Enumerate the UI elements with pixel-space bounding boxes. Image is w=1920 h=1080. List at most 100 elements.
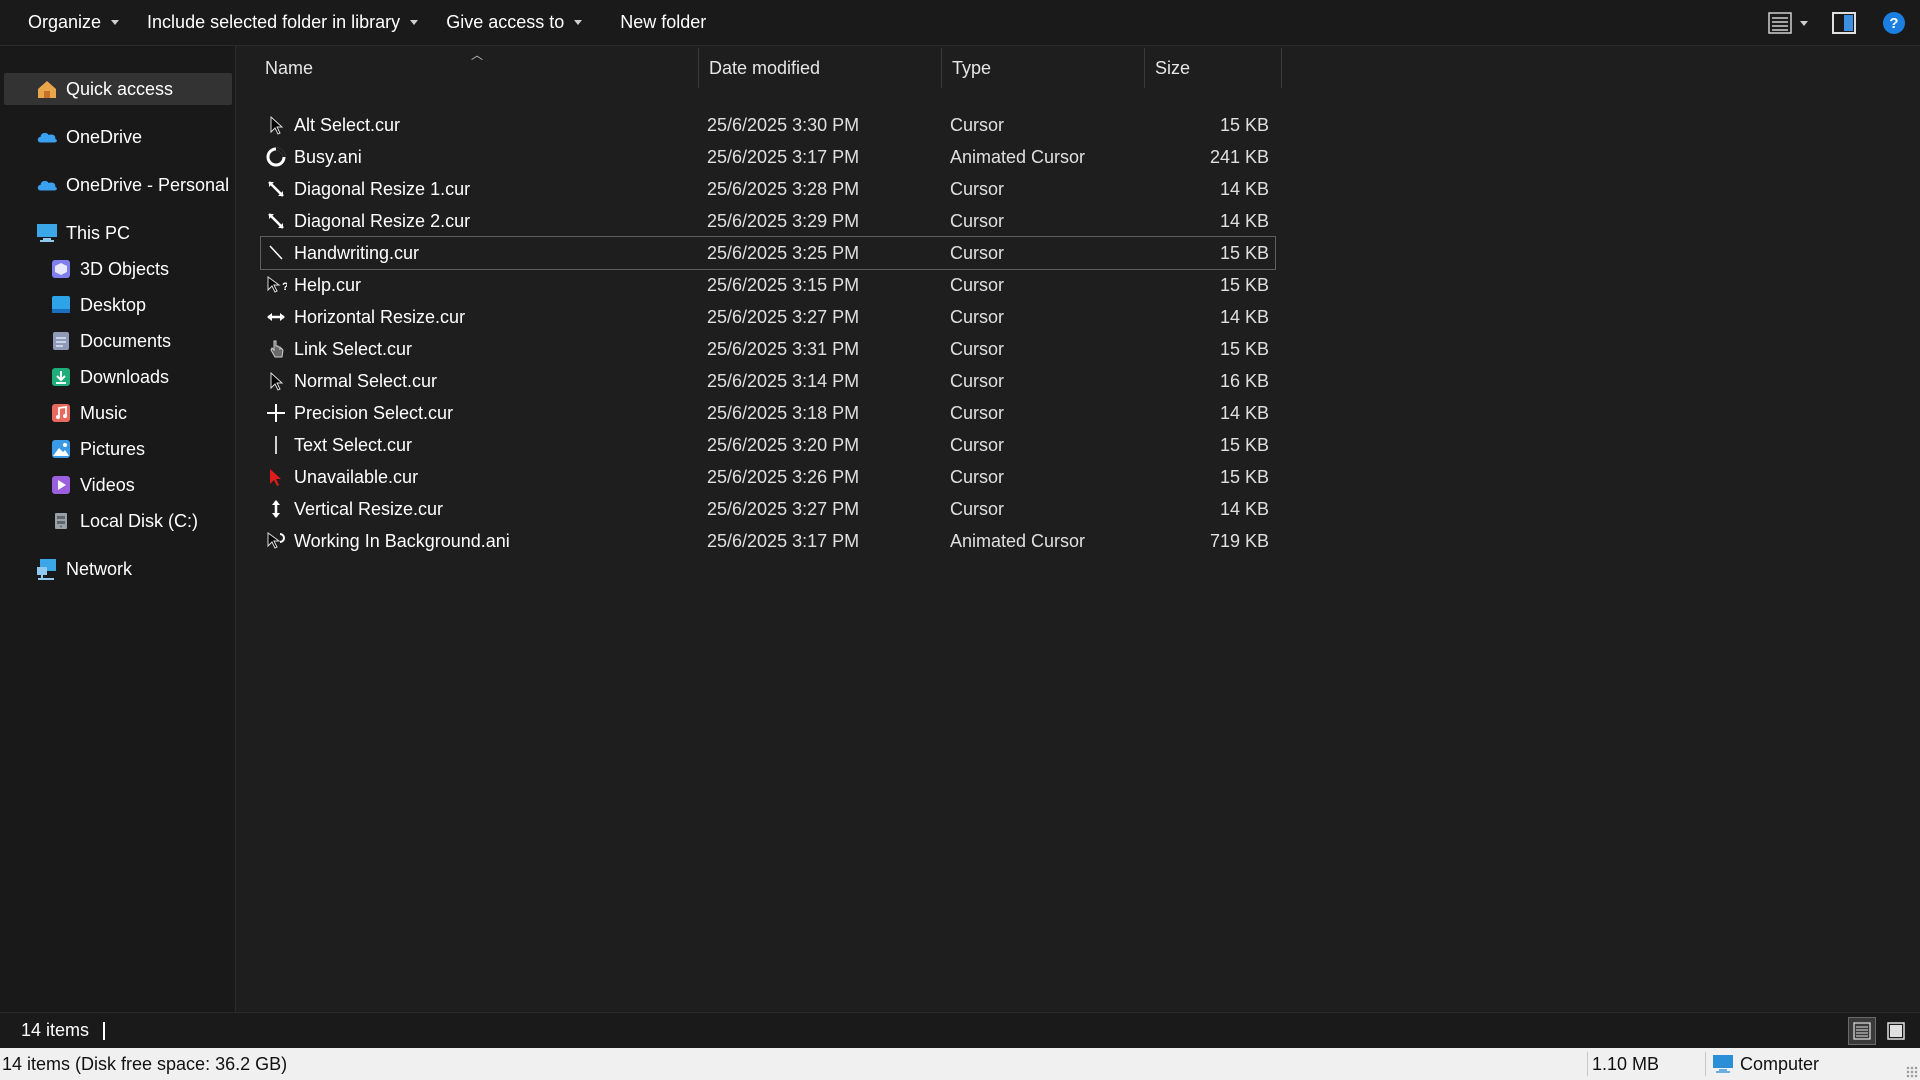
details-view-icon bbox=[1768, 12, 1792, 34]
file-date-modified: 25/6/2025 3:14 PM bbox=[707, 370, 860, 391]
file-name: Link Select.cur bbox=[294, 338, 413, 359]
sidebar-item-label: OneDrive - Personal bbox=[66, 174, 230, 195]
table-row[interactable]: ? Help.cur 25/6/2025 3:15 PM Cursor 15 KB bbox=[261, 269, 1275, 301]
file-name: Diagonal Resize 2.cur bbox=[294, 210, 471, 231]
column-header-date-modified[interactable]: Date modified bbox=[699, 48, 942, 88]
table-row[interactable]: Alt Select.cur 25/6/2025 3:30 PM Cursor 15 … bbox=[261, 109, 1275, 141]
include-in-library-button[interactable]: Include selected folder in library bbox=[133, 0, 432, 46]
large-icons-view-button[interactable] bbox=[1882, 1017, 1910, 1045]
sidebar-item-pictures[interactable]: Pictures bbox=[4, 433, 232, 465]
table-row[interactable]: Precision Select.cur 25/6/2025 3:18 PM Cur… bbox=[261, 397, 1275, 429]
sidebar-item-documents[interactable]: Documents bbox=[4, 325, 232, 357]
file-date-modified: 25/6/2025 3:17 PM bbox=[707, 146, 860, 167]
music-icon bbox=[50, 402, 72, 424]
column-header-size[interactable]: Size bbox=[1145, 48, 1282, 88]
file-date-modified: 25/6/2025 3:25 PM bbox=[707, 242, 860, 263]
file-type: Cursor bbox=[950, 370, 1005, 391]
file-name: Working In Background.ani bbox=[294, 530, 510, 551]
file-date-modified: 25/6/2025 3:20 PM bbox=[707, 434, 860, 455]
sidebar-item-label: Network bbox=[66, 558, 133, 579]
file-name: Vertical Resize.cur bbox=[294, 498, 444, 519]
table-row[interactable]: Normal Select.cur 25/6/2025 3:14 PM Cursor… bbox=[261, 365, 1275, 397]
file-name: Horizontal Resize.cur bbox=[294, 306, 466, 327]
cloud-icon bbox=[36, 174, 58, 196]
give-access-label: Give access to bbox=[446, 12, 565, 32]
disk-free-space: 14 items (Disk free space: 36.2 GB) bbox=[2, 1053, 288, 1074]
new-folder-button[interactable]: New folder bbox=[606, 0, 720, 46]
cube-icon bbox=[50, 258, 72, 280]
chevron-down-icon bbox=[410, 20, 419, 25]
file-type: Cursor bbox=[950, 210, 1005, 231]
location-label: Computer bbox=[1740, 1053, 1820, 1074]
change-view-button[interactable] bbox=[1758, 0, 1794, 46]
sidebar-item-network[interactable]: Network bbox=[4, 553, 232, 585]
file-size: 14 KB bbox=[1219, 498, 1269, 519]
file-date-modified: 25/6/2025 3:18 PM bbox=[707, 402, 860, 423]
file-name: Diagonal Resize 1.cur bbox=[294, 178, 471, 199]
svg-text:?: ? bbox=[1889, 15, 1898, 32]
help-button[interactable]: ? bbox=[1882, 0, 1920, 46]
column-header-label: Size bbox=[1155, 57, 1191, 78]
file-size: 14 KB bbox=[1219, 306, 1269, 327]
arrow-cursor-icon bbox=[270, 371, 284, 391]
help-cursor-icon: ? bbox=[267, 276, 287, 293]
table-row[interactable]: Vertical Resize.cur 25/6/2025 3:27 PM Curs… bbox=[261, 493, 1275, 525]
table-row[interactable]: Diagonal Resize 2.cur 25/6/2025 3:29 PM Cu… bbox=[261, 205, 1275, 237]
sidebar-item-onedrive[interactable]: OneDrive bbox=[4, 121, 232, 153]
file-name: Unavailable.cur bbox=[294, 466, 419, 487]
sidebar-item-music[interactable]: Music bbox=[4, 397, 232, 429]
chevron-down-icon bbox=[111, 20, 120, 25]
resize-grip-icon[interactable] bbox=[1906, 1066, 1918, 1078]
table-row[interactable]: Diagonal Resize 1.cur 25/6/2025 3:28 PM Cu… bbox=[261, 173, 1275, 205]
table-row[interactable]: Handwriting.cur 25/6/2025 3:25 PM Cursor 15… bbox=[260, 236, 1276, 270]
new-folder-label: New folder bbox=[620, 12, 707, 32]
working-cursor-icon bbox=[267, 532, 285, 549]
column-header-name[interactable]: Name bbox=[237, 48, 699, 88]
chevron-down-icon bbox=[574, 20, 583, 25]
file-date-modified: 25/6/2025 3:26 PM bbox=[707, 466, 860, 487]
sidebar-item-downloads[interactable]: Downloads bbox=[4, 361, 232, 393]
sidebar-item-label: OneDrive bbox=[66, 126, 143, 147]
file-name: Busy.ani bbox=[294, 146, 362, 167]
table-row[interactable]: Link Select.cur 25/6/2025 3:31 PM Cursor 15… bbox=[261, 333, 1275, 365]
sidebar-item-local-disk[interactable]: Local Disk (C:) bbox=[4, 505, 232, 537]
diagonal-resize-icon bbox=[268, 213, 284, 229]
file-date-modified: 25/6/2025 3:15 PM bbox=[707, 274, 860, 295]
view-options-dropdown[interactable] bbox=[1794, 0, 1822, 46]
file-type: Cursor bbox=[950, 434, 1005, 455]
computer-icon bbox=[36, 222, 58, 244]
table-row[interactable]: Horizontal Resize.cur 25/6/2025 3:27 PM Cu… bbox=[261, 301, 1275, 333]
file-date-modified: 25/6/2025 3:29 PM bbox=[707, 210, 860, 231]
preview-pane-button[interactable] bbox=[1822, 0, 1882, 46]
sidebar-item-onedrive-personal[interactable]: OneDrive - Personal bbox=[4, 169, 232, 201]
file-date-modified: 25/6/2025 3:27 PM bbox=[707, 306, 860, 327]
computer-icon bbox=[1713, 1055, 1733, 1073]
toolbar-right: ? bbox=[1758, 0, 1920, 46]
give-access-button[interactable]: Give access to bbox=[432, 0, 596, 46]
file-size: 14 KB bbox=[1219, 402, 1269, 423]
chevron-down-icon bbox=[1800, 20, 1808, 26]
sidebar-item-3d-objects[interactable]: 3D Objects bbox=[4, 253, 232, 285]
organize-button[interactable]: Organize bbox=[14, 0, 133, 46]
table-row[interactable]: Busy.ani 25/6/2025 3:17 PM Animated Cursor… bbox=[261, 141, 1275, 173]
location-zone: Computer bbox=[1712, 1054, 1819, 1075]
sidebar-item-quick-access[interactable]: Quick access bbox=[4, 73, 232, 105]
sidebar-item-label: 3D Objects bbox=[80, 258, 170, 279]
sidebar-item-this-pc[interactable]: This PC bbox=[4, 217, 232, 249]
table-row[interactable]: Unavailable.cur 25/6/2025 3:26 PM Cursor 15… bbox=[261, 461, 1275, 493]
file-type: Cursor bbox=[950, 498, 1005, 519]
network-icon bbox=[36, 558, 58, 580]
column-header-type[interactable]: Type bbox=[942, 48, 1145, 88]
file-type: Cursor bbox=[950, 402, 1005, 423]
view-switcher bbox=[1848, 1017, 1910, 1045]
file-size: 14 KB bbox=[1219, 178, 1269, 199]
selection-size: 1.10 MB bbox=[1592, 1053, 1660, 1074]
table-row[interactable]: Working In Background.ani 25/6/2025 3:17 … bbox=[261, 525, 1275, 557]
column-header-label: Name bbox=[265, 57, 314, 78]
details-view-button[interactable] bbox=[1848, 1017, 1876, 1045]
table-row[interactable]: Text Select.cur 25/6/2025 3:20 PM Cursor 15… bbox=[261, 429, 1275, 461]
explorer-status-bar: 14 items bbox=[0, 1012, 1920, 1048]
sidebar-item-label: Music bbox=[80, 402, 128, 423]
sidebar-item-desktop[interactable]: Desktop bbox=[4, 289, 232, 321]
sidebar-item-videos[interactable]: Videos bbox=[4, 469, 232, 501]
